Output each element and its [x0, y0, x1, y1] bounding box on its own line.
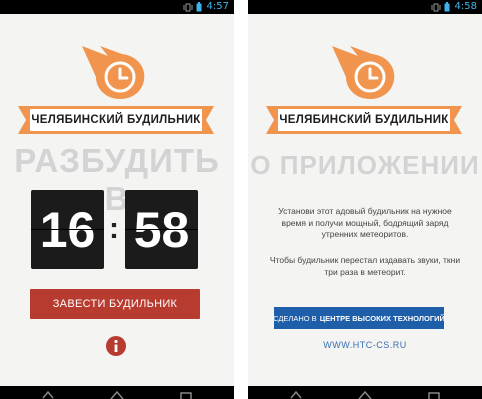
- status-bar: 4:58: [248, 0, 482, 14]
- made-by-prefix: СДЕЛАНО В: [273, 313, 317, 323]
- app-name: ЧЕЛЯБИНСКИЙ БУДИЛЬНИК: [279, 114, 449, 126]
- home-icon[interactable]: [109, 390, 125, 399]
- status-clock: 4:57: [206, 1, 229, 12]
- time-separator: :: [109, 212, 119, 245]
- made-by-button[interactable]: СДЕЛАНО В ЦЕНТРЕ ВЫСОКИХ ТЕХНОЛОГИЙ: [273, 307, 445, 329]
- back-icon[interactable]: [40, 390, 56, 399]
- vibrate-icon: [183, 3, 193, 11]
- status-clock: 4:58: [454, 1, 477, 12]
- vibrate-icon: [431, 3, 441, 11]
- about-instructions: Чтобы будильник перестал издавать звуки,…: [269, 255, 461, 277]
- app-name: ЧЕЛЯБИНСКИЙ БУДИЛЬНИК: [31, 114, 201, 126]
- alarm-screen: 4:57 ЧЕЛЯБИНСКИЙ БУДИЛЬНИК РАЗБУДИТЬ В 1…: [0, 0, 234, 399]
- battery-icon: [444, 2, 450, 12]
- hours-display[interactable]: 16: [31, 190, 104, 269]
- about-heading: О ПРИЛОЖЕНИИ: [250, 150, 480, 180]
- meteor-clock-icon[interactable]: [328, 42, 398, 100]
- website-link[interactable]: WWW.HTC-CS.RU: [248, 340, 482, 350]
- home-icon[interactable]: [357, 390, 373, 399]
- info-icon[interactable]: [106, 336, 126, 356]
- nav-bar: [248, 386, 482, 399]
- made-by-org: ЦЕНТРЕ ВЫСОКИХ ТЕХНОЛОГИЙ: [319, 313, 445, 323]
- about-description: Установи этот адовый будильник на нужное…: [278, 206, 452, 239]
- recents-icon[interactable]: [178, 390, 194, 399]
- back-icon[interactable]: [288, 390, 304, 399]
- meteor-clock-icon[interactable]: [78, 42, 148, 100]
- recents-icon[interactable]: [426, 390, 442, 399]
- battery-icon: [196, 2, 202, 12]
- nav-bar: [0, 386, 234, 399]
- status-bar: 4:57: [0, 0, 234, 14]
- minutes-display[interactable]: 58: [125, 190, 198, 269]
- set-alarm-button[interactable]: ЗАВЕСТИ БУДИЛЬНИК: [30, 289, 200, 319]
- about-screen: 4:58 ЧЕЛЯБИНСКИЙ БУДИЛЬНИК О ПРИЛОЖЕНИИ …: [248, 0, 482, 399]
